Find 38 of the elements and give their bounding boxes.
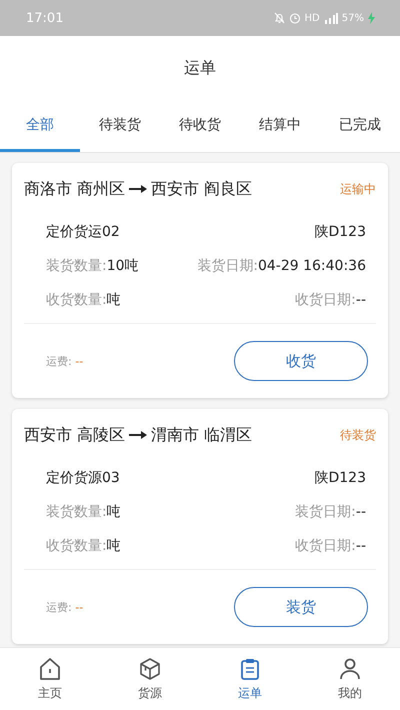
arrow-icon xyxy=(129,430,148,440)
order-card[interactable]: 商洛市 商州区 西安市 阎良区 运输中 定价货运02 陕D123 装货数量:10吨 装货日期:04-29 16:40:36 收货数量:吨 收货日期:-- 运费: -- 收货 xyxy=(12,163,388,398)
origin-text: 西安市 高陵区 xyxy=(24,424,126,446)
plate-number: 陕D123 xyxy=(314,469,366,487)
plate-number: 陕D123 xyxy=(314,223,366,241)
info-field: 收货数量:吨 xyxy=(46,537,121,555)
info-field: 收货数量:吨 xyxy=(46,291,121,309)
destination-text: 渭南市 临渭区 xyxy=(151,424,252,446)
order-card[interactable]: 西安市 高陵区 渭南市 临渭区 待装货 定价货源03 陕D123 装货数量:吨 装货日期:-- 收货数量:吨 收货日期:-- 运费: -- 装货 xyxy=(12,409,388,644)
arrow-icon xyxy=(129,184,148,194)
bell-off-icon xyxy=(274,12,285,24)
info-field: 装货日期:04-29 16:40:36 xyxy=(197,257,366,275)
status-time: 17:01 xyxy=(26,10,64,26)
action-button[interactable]: 装货 xyxy=(234,587,368,627)
order-status: 运输中 xyxy=(340,180,376,198)
info-field: 收货日期:-- xyxy=(295,537,366,555)
freight-fee: 运费: -- xyxy=(46,600,84,614)
charging-icon xyxy=(368,12,375,24)
origin-text: 商洛市 商州区 xyxy=(24,178,126,200)
network-label: HD xyxy=(304,12,320,24)
home-icon xyxy=(38,656,62,680)
info-field: 装货数量:10吨 xyxy=(46,257,139,275)
signal-icon xyxy=(324,12,338,24)
alarm-icon xyxy=(288,12,301,24)
freight-fee: 运费: -- xyxy=(46,354,84,368)
page-title: 运单 xyxy=(184,58,216,78)
cargo-name: 定价货源03 xyxy=(46,469,120,487)
info-field: 装货日期:-- xyxy=(295,503,366,521)
destination-text: 西安市 阎良区 xyxy=(151,178,252,200)
battery-level: 57% xyxy=(342,12,364,24)
info-field: 装货数量:吨 xyxy=(46,503,121,521)
info-field: 收货日期:-- xyxy=(295,291,366,309)
cargo-name: 定价货运02 xyxy=(46,223,120,241)
person-icon xyxy=(338,656,362,680)
order-status: 待装货 xyxy=(340,426,376,444)
box-icon xyxy=(138,656,162,680)
action-button[interactable]: 收货 xyxy=(234,341,368,381)
clipboard-icon xyxy=(238,656,262,680)
